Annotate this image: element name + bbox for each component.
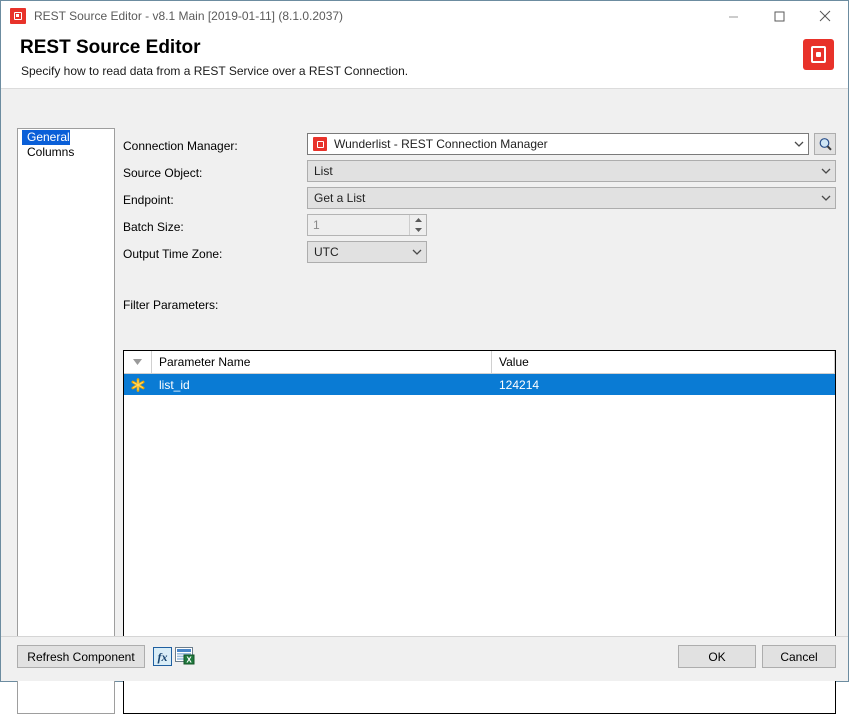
rest-source-editor-window: REST Source Editor - v8.1 Main [2019-01-… xyxy=(0,0,849,714)
cancel-button[interactable]: Cancel xyxy=(762,645,836,668)
batch-size-stepper[interactable]: 1 xyxy=(307,214,427,236)
minimize-icon[interactable] xyxy=(710,1,756,31)
ok-button[interactable]: OK xyxy=(678,645,756,668)
rest-source-icon xyxy=(10,8,26,24)
chevron-down-icon xyxy=(817,168,835,175)
column-header-value[interactable]: Value xyxy=(492,351,835,373)
output-time-zone-label: Output Time Zone: xyxy=(123,247,223,261)
output-time-zone-dropdown[interactable]: UTC xyxy=(307,241,427,263)
browse-connection-button[interactable] xyxy=(814,133,836,155)
batch-size-arrows[interactable] xyxy=(409,215,426,235)
maximize-icon[interactable] xyxy=(756,1,802,31)
fx-expression-icon[interactable]: fx xyxy=(152,646,172,666)
connection-manager-value: Wunderlist - REST Connection Manager xyxy=(334,137,548,151)
grid-filter-button[interactable] xyxy=(124,351,152,373)
cell-value[interactable]: 124214 xyxy=(492,374,835,395)
stepper-down-icon[interactable] xyxy=(410,225,426,235)
source-object-label: Source Object: xyxy=(123,166,203,180)
sidebar-item-columns-label: Columns xyxy=(27,145,75,159)
sidebar-item-general[interactable]: General xyxy=(18,130,114,145)
svg-text:fx: fx xyxy=(157,650,167,664)
batch-size-label: Batch Size: xyxy=(123,220,184,234)
svg-text:X: X xyxy=(186,656,192,665)
sidebar-item-general-label: General xyxy=(22,130,70,145)
filter-parameters-label: Filter Parameters: xyxy=(123,298,219,312)
data-preview-icon[interactable]: X xyxy=(175,646,195,666)
grid-header-row: Parameter Name Value xyxy=(124,351,835,374)
new-row-asterisk-icon xyxy=(124,374,152,395)
column-header-parameter-name[interactable]: Parameter Name xyxy=(152,351,492,373)
dialog-body: General Columns Connection Manager: Sour… xyxy=(1,89,848,714)
dialog-header: REST Source Editor Specify how to read d… xyxy=(1,31,848,89)
refresh-component-button[interactable]: Refresh Component xyxy=(17,645,145,668)
endpoint-dropdown[interactable]: Get a List xyxy=(307,187,836,209)
close-icon[interactable] xyxy=(802,1,848,31)
window-title: REST Source Editor - v8.1 Main [2019-01-… xyxy=(34,9,344,23)
table-row[interactable]: list_id 124214 xyxy=(124,374,835,395)
page-title: REST Source Editor xyxy=(20,37,201,58)
endpoint-label: Endpoint: xyxy=(123,193,174,207)
output-time-zone-value: UTC xyxy=(314,245,339,259)
connection-manager-icon xyxy=(313,137,327,151)
navigation-panel: General Columns xyxy=(17,128,115,714)
sidebar-item-columns[interactable]: Columns xyxy=(18,145,114,160)
title-bar: REST Source Editor - v8.1 Main [2019-01-… xyxy=(1,1,848,31)
page-subtitle: Specify how to read data from a REST Ser… xyxy=(21,64,409,78)
window-controls xyxy=(710,1,848,31)
chevron-down-icon xyxy=(790,141,808,148)
zappysys-logo-icon xyxy=(803,39,834,70)
chevron-down-icon xyxy=(817,195,835,202)
chevron-down-icon xyxy=(408,249,426,256)
batch-size-value: 1 xyxy=(313,218,320,232)
filter-triangle-icon xyxy=(133,359,142,365)
stepper-up-icon[interactable] xyxy=(410,215,426,225)
magnifier-icon xyxy=(819,137,832,150)
connection-manager-dropdown[interactable]: Wunderlist - REST Connection Manager xyxy=(307,133,809,155)
dialog-footer: Refresh Component fx X OK Cancel xyxy=(1,636,848,681)
endpoint-value: Get a List xyxy=(314,191,366,205)
cell-parameter-name[interactable]: list_id xyxy=(152,374,492,395)
source-object-value: List xyxy=(314,164,333,178)
connection-manager-label: Connection Manager: xyxy=(123,139,238,153)
source-object-dropdown[interactable]: List xyxy=(307,160,836,182)
